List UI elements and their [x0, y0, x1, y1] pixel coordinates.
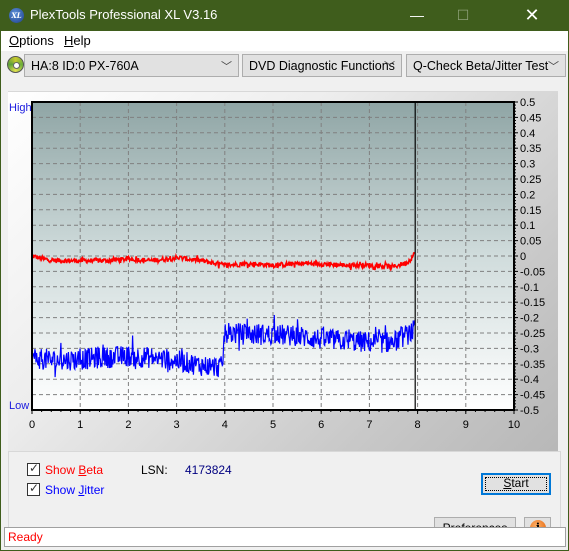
window-title: PlexTools Professional XL V3.16 — [30, 7, 218, 22]
drive-select[interactable]: HA:8 ID:0 PX-760A ﹀ — [24, 54, 239, 77]
x-tick-label: 4 — [222, 419, 228, 431]
beta-jitter-chart: 0.5 0.45 0.4 0.35 0.3 0.25 0.2 0.15 0.1 0.05 0 -0.0… — [29, 97, 545, 431]
menu-options[interactable]: Options — [9, 33, 54, 48]
app-window: XL PlexTools Professional XL V3.16 — ☐ ✕… — [0, 0, 569, 551]
y-tick-label: -0.05 — [520, 266, 545, 278]
minimize-button[interactable]: — — [394, 0, 440, 31]
y-tick-label: 0 — [520, 251, 526, 263]
y-tick-label: -0.3 — [520, 343, 539, 355]
show-beta-label[interactable]: Show Beta — [45, 463, 103, 477]
toolbar: HA:8 ID:0 PX-760A ﹀ DVD Diagnostic Funct… — [1, 51, 568, 79]
status-bar: Ready — [4, 527, 566, 547]
show-beta-checkbox[interactable] — [27, 461, 40, 476]
y-tick-label: 0.25 — [520, 174, 541, 186]
show-beta-label-post: eta — [86, 463, 104, 477]
close-button[interactable]: ✕ — [509, 0, 555, 31]
y-tick-label: -0.35 — [520, 359, 545, 371]
chart-panel: High Low 0.5 0.45 0.4 0.35 0.3 0.25 0.2 0.15 0.1… — [8, 91, 558, 474]
y-tick-label: 0.5 — [520, 97, 535, 109]
x-tick-label: 8 — [415, 419, 421, 431]
function-select-value: DVD Diagnostic Functions — [249, 59, 395, 73]
menu-help-mnemonic: H — [64, 33, 74, 48]
y-tick-label: 0.1 — [520, 220, 535, 232]
x-tick-label: 5 — [270, 419, 276, 431]
x-tick-label: 3 — [174, 419, 180, 431]
y-tick-label: 0.4 — [520, 128, 535, 140]
show-jitter-label-post: itter — [84, 483, 105, 497]
y-tick-label: -0.5 — [520, 405, 539, 417]
maximize-button[interactable]: ☐ — [440, 0, 486, 31]
show-jitter-label[interactable]: Show Jitter — [45, 483, 104, 497]
drive-select-value: HA:8 ID:0 PX-760A — [31, 59, 139, 73]
chevron-down-icon: ﹀ — [384, 61, 395, 73]
menu-bar: Options Help — [1, 31, 568, 51]
y-tick-label: 0.45 — [520, 112, 541, 124]
show-jitter-checkbox[interactable] — [27, 481, 40, 496]
app-logo-icon: XL — [9, 8, 24, 23]
y-tick-label: -0.25 — [520, 328, 545, 340]
y-tick-label: -0.2 — [520, 313, 539, 325]
chevron-down-icon: ﹀ — [221, 61, 232, 73]
y-tick-label: -0.1 — [520, 282, 539, 294]
y-tick-label: 0.35 — [520, 143, 541, 155]
x-tick-label: 9 — [463, 419, 469, 431]
function-select[interactable]: DVD Diagnostic Functions ﹀ — [242, 54, 402, 77]
menu-options-mnemonic: O — [9, 33, 20, 48]
x-tick-label: 7 — [366, 419, 372, 431]
x-tick-label: 10 — [508, 419, 520, 431]
y-tick-label: 0.3 — [520, 159, 535, 171]
test-select-value: Q-Check Beta/Jitter Test — [413, 59, 549, 73]
test-select[interactable]: Q-Check Beta/Jitter Test ﹀ — [406, 54, 566, 77]
client-area: Options Help HA:8 ID:0 PX-760A ﹀ DVD Dia… — [1, 31, 568, 550]
start-button[interactable]: Start — [481, 473, 551, 495]
x-tick-label: 0 — [29, 419, 35, 431]
x-tick-label: 2 — [125, 419, 131, 431]
x-tick-label: 1 — [77, 419, 83, 431]
options-panel: Show Beta Show Jitter LSN: 4173824 Start… — [8, 451, 561, 539]
y-tick-label: -0.4 — [520, 374, 539, 386]
chevron-down-icon: ﹀ — [548, 61, 559, 73]
start-focus-rect — [485, 477, 547, 491]
lsn-value: 4173824 — [185, 463, 232, 477]
disc-drive-icon — [7, 56, 24, 73]
y-tick-label: 0.2 — [520, 189, 535, 201]
status-text: Ready — [8, 530, 43, 544]
y-tick-label: -0.15 — [520, 297, 545, 309]
y-tick-label: 0.15 — [520, 205, 541, 217]
y-tick-label: -0.45 — [520, 390, 545, 402]
y-tick-label: 0.05 — [520, 236, 541, 248]
menu-options-label: ptions — [19, 33, 54, 48]
title-bar: XL PlexTools Professional XL V3.16 — ☐ ✕ — [0, 0, 569, 31]
menu-help[interactable]: Help — [64, 33, 91, 48]
lsn-label: LSN: — [141, 463, 168, 477]
menu-help-label: elp — [73, 33, 91, 48]
show-beta-label-pre: Show — [45, 463, 79, 477]
x-tick-label: 6 — [318, 419, 324, 431]
show-jitter-label-pre: Show — [45, 483, 79, 497]
